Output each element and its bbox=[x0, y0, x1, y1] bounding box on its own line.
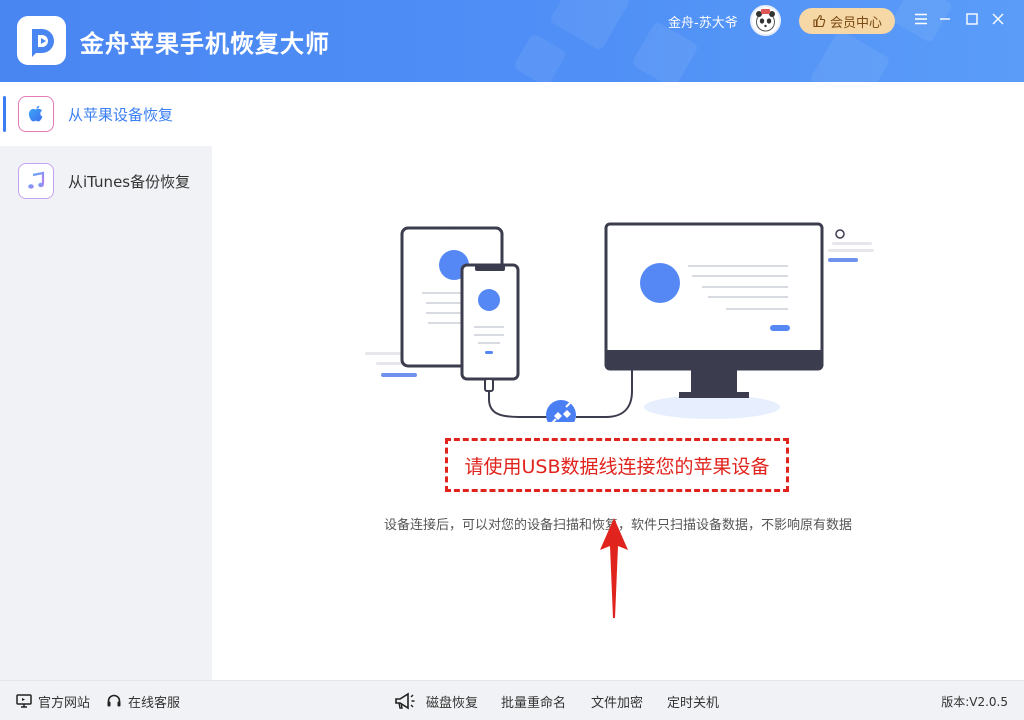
footer-bar: 官方网站 在线客服 磁盘恢复 批量重命名 文件加密 定时关机 版本:V2.0.5 bbox=[0, 680, 1024, 720]
official-website-link[interactable]: 官方网站 bbox=[16, 681, 90, 720]
official-website-label: 官方网站 bbox=[38, 695, 91, 711]
avatar[interactable] bbox=[750, 5, 781, 36]
sidebar-item-label: 从iTunes备份恢复 bbox=[68, 172, 191, 191]
online-support-label: 在线客服 bbox=[128, 695, 181, 711]
close-icon bbox=[992, 13, 1004, 25]
title-bar: 金舟苹果手机恢复大师 金舟-苏大爷 会员中心 bbox=[0, 0, 1024, 82]
monitor-icon bbox=[16, 694, 32, 708]
app-title: 金舟苹果手机恢复大师 bbox=[80, 30, 330, 58]
active-indicator bbox=[3, 96, 6, 132]
maximize-button[interactable] bbox=[961, 8, 983, 30]
user-name[interactable]: 金舟-苏大爷 bbox=[668, 12, 738, 31]
vip-center-label: 会员中心 bbox=[829, 15, 882, 31]
file-encrypt-label: 文件加密 bbox=[591, 695, 644, 711]
online-support-link[interactable]: 在线客服 bbox=[106, 681, 180, 720]
connect-prompt-highlight: 请使用USB数据线连接您的苹果设备 bbox=[445, 438, 789, 492]
close-button[interactable] bbox=[987, 8, 1009, 30]
thumbs-up-icon bbox=[813, 14, 826, 28]
minimize-button[interactable] bbox=[934, 8, 956, 30]
batch-rename-label: 批量重命名 bbox=[501, 695, 567, 711]
apple-icon bbox=[18, 96, 54, 132]
sidebar: 从苹果设备恢复 从iTunes备份恢复 bbox=[0, 82, 212, 680]
music-note-icon bbox=[18, 163, 54, 199]
batch-rename-button[interactable]: 批量重命名 bbox=[501, 681, 566, 720]
megaphone-icon bbox=[395, 692, 415, 710]
scheduled-shutdown-button[interactable]: 定时关机 bbox=[667, 681, 719, 720]
file-encrypt-button[interactable]: 文件加密 bbox=[591, 681, 643, 720]
headset-icon bbox=[107, 694, 121, 707]
sidebar-item-itunes-recovery[interactable]: 从iTunes备份恢复 bbox=[0, 149, 212, 213]
connect-prompt: 请使用USB数据线连接您的苹果设备 bbox=[464, 455, 770, 478]
app-logo bbox=[17, 16, 66, 65]
sidebar-item-device-recovery[interactable]: 从苹果设备恢复 bbox=[0, 82, 212, 146]
menu-button[interactable] bbox=[910, 8, 932, 30]
sidebar-item-label: 从苹果设备恢复 bbox=[68, 105, 174, 124]
device-connection-illustration bbox=[365, 222, 874, 422]
minimize-icon bbox=[940, 18, 950, 20]
maximize-icon bbox=[966, 13, 978, 25]
hamburger-menu-icon bbox=[915, 13, 927, 25]
main-panel: 请使用USB数据线连接您的苹果设备 设备连接后，可以对您的设备扫描和恢复，软件只… bbox=[212, 82, 1024, 680]
disk-recovery-button[interactable]: 磁盘恢复 bbox=[394, 681, 478, 720]
disk-recovery-label: 磁盘恢复 bbox=[426, 695, 479, 711]
app-logo-icon bbox=[31, 28, 54, 57]
annotation-arrow-icon bbox=[600, 518, 628, 618]
vip-center-button[interactable]: 会员中心 bbox=[799, 8, 895, 34]
scheduled-shutdown-label: 定时关机 bbox=[667, 695, 720, 711]
version-label: 版本:V2.0.5 bbox=[941, 694, 1008, 709]
